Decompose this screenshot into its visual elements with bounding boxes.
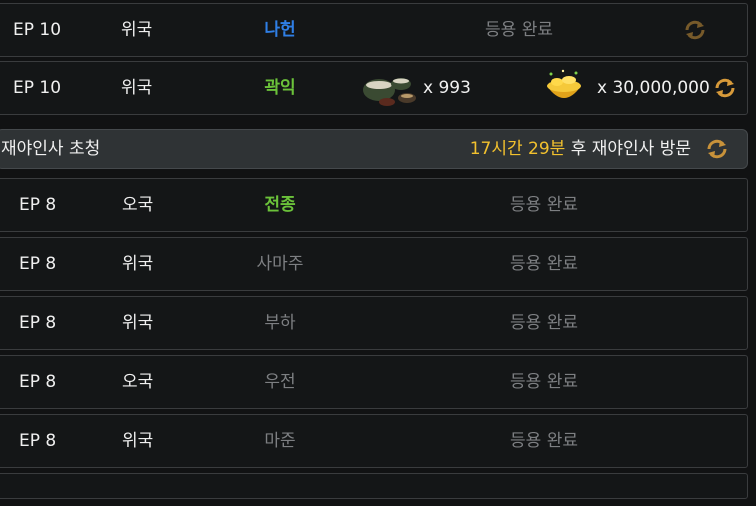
recruit-row: EP 8 위국 마준 등용 완료 <box>0 414 748 468</box>
officer-name: 우전 <box>264 372 296 392</box>
gold-ingot-bowl-icon <box>547 69 581 98</box>
nation-label: 위국 <box>122 254 154 274</box>
recruit-row: EP 8 오국 전종 등용 완료 <box>0 178 748 232</box>
nation-label: 위국 <box>122 313 154 333</box>
episode-label: EP 8 <box>19 431 57 451</box>
episode-label: EP 10 <box>13 78 62 98</box>
nation-label: 위국 <box>121 78 153 98</box>
episode-label: EP 8 <box>19 313 57 333</box>
nation-label: 오국 <box>122 195 154 215</box>
timer-hours: 17시간 <box>469 139 523 159</box>
recruit-row: EP 10 위국 곽익 x 993 x 30,000,000 <box>0 61 748 115</box>
recruit-row: EP 10 위국 나헌 등용 완료 <box>0 3 748 57</box>
nation-label: 오국 <box>122 372 154 392</box>
nation-label: 위국 <box>122 431 154 451</box>
refresh-icon[interactable] <box>705 137 729 161</box>
officer-name: 부하 <box>264 313 296 333</box>
timer-suffix: 후 재야인사 방문 <box>570 139 691 159</box>
episode-label: EP 8 <box>19 195 57 215</box>
reward-quantity: x 30,000,000 <box>597 78 710 98</box>
episode-label: EP 10 <box>13 20 62 40</box>
visit-timer: 17시간 29분 후 재야인사 방문 <box>470 130 691 168</box>
recruit-row: EP 8 오국 우전 등용 완료 <box>0 355 748 409</box>
status-label: 등용 완료 <box>510 372 578 392</box>
officer-name: 곽익 <box>264 78 296 98</box>
officer-name: 전종 <box>264 195 296 215</box>
officer-name: 나헌 <box>264 20 296 40</box>
episode-label: EP 8 <box>19 254 57 274</box>
status-label: 등용 완료 <box>510 254 578 274</box>
status-label: 등용 완료 <box>510 313 578 333</box>
status-label: 등용 완료 <box>510 431 578 451</box>
invite-banner: 재야인사 초청 17시간 29분 후 재야인사 방문 <box>0 129 748 169</box>
status-label: 등용 완료 <box>510 195 578 215</box>
refresh-icon[interactable] <box>713 76 737 100</box>
episode-label: EP 8 <box>19 372 57 392</box>
officer-name: 마준 <box>264 431 296 451</box>
status-label: 등용 완료 <box>485 20 553 40</box>
recruit-row-partial <box>0 473 748 499</box>
banner-title: 재야인사 초청 <box>1 139 101 159</box>
reward-quantity: x 993 <box>423 78 471 98</box>
nation-label: 위국 <box>121 20 153 40</box>
wine-jars-icon <box>363 78 416 106</box>
recruit-row: EP 8 위국 부하 등용 완료 <box>0 296 748 350</box>
refresh-icon[interactable] <box>683 18 707 42</box>
officer-name: 사마주 <box>256 254 304 274</box>
recruit-row: EP 8 위국 사마주 등용 완료 <box>0 237 748 291</box>
timer-minutes: 29분 <box>528 139 566 159</box>
